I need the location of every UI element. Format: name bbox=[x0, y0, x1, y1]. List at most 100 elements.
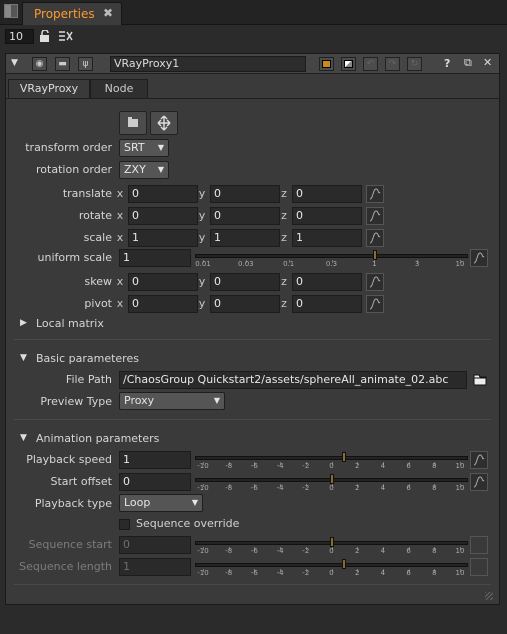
animation-menu-icon[interactable] bbox=[470, 249, 488, 267]
slider-thumb[interactable] bbox=[329, 537, 334, 547]
playback-speed-slider[interactable]: -10 -8 -6 -4 -2 0 2 4 6 8 10 bbox=[195, 451, 468, 470]
playback-type-dropdown[interactable]: Loop ▼ bbox=[119, 494, 203, 512]
translate-y-input[interactable]: 0 bbox=[210, 185, 280, 203]
animation-menu-button[interactable] bbox=[470, 536, 488, 554]
slider-tick-label: -4 bbox=[276, 462, 284, 470]
playback-type-label: Playback type bbox=[34, 497, 112, 510]
slider-tick-label: -10 bbox=[197, 484, 209, 492]
animation-menu-icon[interactable] bbox=[366, 295, 384, 313]
animation-menu-icon[interactable] bbox=[470, 451, 488, 469]
pivot-z-input[interactable]: 0 bbox=[292, 295, 362, 313]
pivot-y-input[interactable]: 0 bbox=[210, 295, 280, 313]
close-tab-icon[interactable]: ✖ bbox=[103, 6, 113, 20]
rotate-x-input[interactable]: 0 bbox=[128, 207, 198, 225]
sequence-length-input[interactable]: 1 bbox=[119, 558, 191, 576]
uniform-scale-slider[interactable]: 0.01 0.03 0.1 0.3 1 3 10 bbox=[195, 249, 468, 268]
node-color-button[interactable] bbox=[319, 57, 334, 71]
panel-tab-bar: Properties ✖ bbox=[0, 0, 507, 25]
pivot-x-input[interactable]: 0 bbox=[128, 295, 198, 313]
sequence-start-slider[interactable]: -10 -8 -6 -4 -2 0 2 4 6 8 10 bbox=[195, 536, 468, 555]
node-name-field[interactable]: VRayProxy1 bbox=[110, 56, 306, 72]
file-path-input[interactable]: /ChaosGroup Quickstart2/assets/sphereAll… bbox=[119, 371, 467, 389]
slider-tick-label: -6 bbox=[250, 569, 258, 577]
start-offset-input[interactable]: 0 bbox=[119, 473, 191, 491]
gl-color-button[interactable] bbox=[341, 57, 356, 71]
slider-tick-label: -6 bbox=[250, 462, 258, 470]
skew-y-input[interactable]: 0 bbox=[210, 273, 280, 291]
slider-tick-label: -6 bbox=[250, 547, 258, 555]
handle-icon[interactable] bbox=[119, 111, 147, 135]
scale-x-input[interactable]: 1 bbox=[128, 229, 198, 247]
transform-order-dropdown[interactable]: SRT ▼ bbox=[119, 139, 169, 157]
tab-node[interactable]: Node bbox=[90, 79, 148, 99]
animation-menu-button[interactable] bbox=[470, 558, 488, 576]
tools-icon[interactable]: ψ bbox=[78, 57, 93, 71]
slider-tick-label: 10 bbox=[455, 260, 465, 268]
preview-type-value: Proxy bbox=[124, 394, 155, 407]
rotate-y-input[interactable]: 0 bbox=[210, 207, 280, 225]
node-graph-icon[interactable]: ▬ bbox=[55, 57, 70, 71]
sequence-start-input[interactable]: 0 bbox=[119, 536, 191, 554]
slider-tick-label: 6 bbox=[406, 569, 411, 577]
slider-thumb[interactable] bbox=[342, 452, 347, 462]
resize-grip-icon[interactable] bbox=[485, 592, 493, 600]
divider bbox=[14, 584, 491, 585]
properties-tab[interactable]: Properties ✖ bbox=[22, 2, 122, 25]
tab-vrayproxy[interactable]: VRayProxy bbox=[8, 79, 90, 99]
slider-tick-label: -2 bbox=[302, 569, 310, 577]
slider-tick-label: -2 bbox=[302, 547, 310, 555]
close-node-icon[interactable]: ✕ bbox=[483, 56, 492, 69]
slider-tick-label: 2 bbox=[354, 547, 360, 555]
undo-icon[interactable]: ↶ bbox=[363, 57, 378, 71]
folder-browse-icon[interactable] bbox=[473, 373, 487, 389]
rotation-order-dropdown[interactable]: ZXY ▼ bbox=[119, 161, 169, 179]
rotate-z-input[interactable]: 0 bbox=[292, 207, 362, 225]
slider-tick-label: 0.3 bbox=[325, 260, 338, 268]
animation-menu-icon[interactable] bbox=[366, 185, 384, 203]
animation-menu-icon[interactable] bbox=[470, 473, 488, 491]
collapse-icon[interactable]: ▼ bbox=[11, 58, 18, 68]
animation-menu-icon[interactable] bbox=[366, 229, 384, 247]
start-offset-slider[interactable]: -10 -8 -6 -4 -2 0 2 4 6 8 10 bbox=[195, 473, 468, 492]
skew-z-input[interactable]: 0 bbox=[292, 273, 362, 291]
move-handle-icon[interactable] bbox=[150, 111, 178, 135]
redo-icon[interactable]: ↷ bbox=[385, 57, 400, 71]
lock-icon[interactable] bbox=[39, 29, 51, 42]
scale-z-input[interactable]: 1 bbox=[292, 229, 362, 247]
playback-speed-input[interactable]: 1 bbox=[119, 451, 191, 469]
slider-tick-label: 3 bbox=[414, 260, 420, 268]
slider-thumb[interactable] bbox=[329, 474, 334, 484]
expand-triangle-icon[interactable]: ▶ bbox=[20, 318, 27, 328]
local-matrix-toggle[interactable]: Local matrix bbox=[36, 317, 104, 330]
sequence-override-checkbox[interactable] bbox=[119, 519, 130, 530]
revert-icon[interactable]: ↻ bbox=[407, 57, 422, 71]
rotation-order-label: rotation order bbox=[36, 163, 112, 176]
axis-x-label: x bbox=[116, 297, 124, 310]
node-properties-panel: ▼ ◉ ▬ ψ VRayProxy1 ↶ ↷ ↻ ? ⧉ ✕ VRayProxy… bbox=[5, 53, 500, 605]
slider-thumb[interactable] bbox=[342, 559, 347, 569]
scale-y-input[interactable]: 1 bbox=[210, 229, 280, 247]
slider-thumb[interactable] bbox=[373, 250, 378, 260]
tab-divider bbox=[6, 98, 499, 99]
float-node-icon[interactable]: ⧉ bbox=[464, 56, 472, 70]
skew-x-input[interactable]: 0 bbox=[128, 273, 198, 291]
transform-order-value: SRT bbox=[124, 141, 145, 154]
animation-menu-icon[interactable] bbox=[366, 207, 384, 225]
slider-tick-label: 10 bbox=[455, 569, 465, 577]
translate-z-input[interactable]: 0 bbox=[292, 185, 362, 203]
pane-menu-icon[interactable] bbox=[4, 4, 18, 18]
float-panel-icon[interactable] bbox=[58, 30, 74, 42]
help-icon[interactable]: ? bbox=[444, 57, 450, 70]
uniform-scale-label: uniform scale bbox=[37, 251, 113, 264]
sequence-length-slider[interactable]: -10 -8 -6 -4 -2 0 2 4 6 8 10 bbox=[195, 558, 468, 577]
slider-tick-label: 4 bbox=[380, 462, 386, 470]
preview-type-dropdown[interactable]: Proxy ▼ bbox=[119, 392, 225, 410]
translate-x-input[interactable]: 0 bbox=[128, 185, 198, 203]
slider-tick-label: 10 bbox=[455, 462, 465, 470]
uniform-scale-input[interactable]: 1 bbox=[119, 249, 191, 267]
animation-menu-icon[interactable] bbox=[366, 273, 384, 291]
collapse-triangle-icon[interactable]: ▼ bbox=[20, 433, 27, 443]
collapse-triangle-icon[interactable]: ▼ bbox=[20, 353, 27, 363]
max-panels-input[interactable]: 10 bbox=[5, 29, 34, 44]
view-icon[interactable]: ◉ bbox=[32, 57, 47, 71]
